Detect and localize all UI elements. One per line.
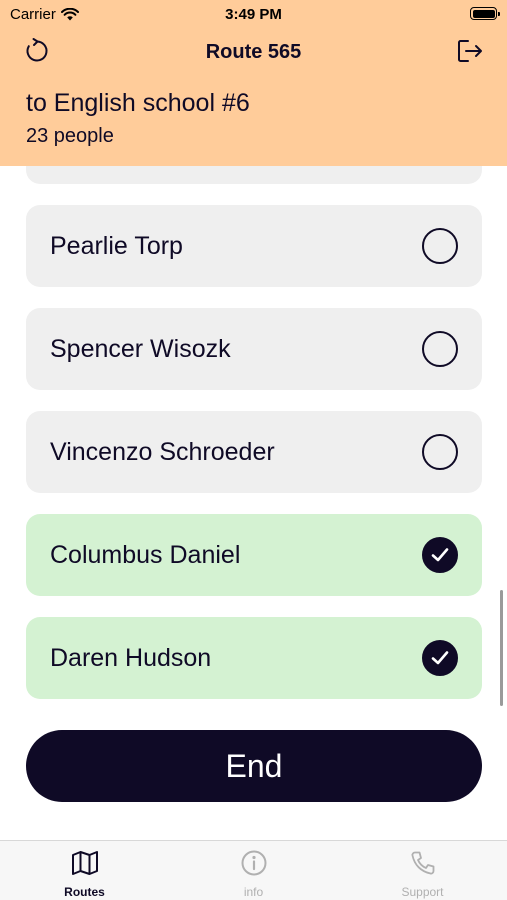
passenger-card[interactable]: Vincenzo Schroeder: [26, 411, 482, 493]
logout-icon[interactable]: [455, 36, 485, 66]
passenger-name: Spencer Wisozk: [50, 335, 231, 363]
checkbox-checked[interactable]: [422, 640, 458, 676]
passenger-card-checked[interactable]: Daren Hudson: [26, 617, 482, 699]
passenger-name: Vincenzo Schroeder: [50, 438, 275, 466]
header: Carrier 3:49 PM Route 565 to English sch…: [0, 0, 507, 166]
tab-support[interactable]: Support: [338, 841, 507, 900]
checkbox-unchecked[interactable]: [422, 228, 458, 264]
checkbox-unchecked[interactable]: [422, 434, 458, 470]
checkbox-unchecked[interactable]: [422, 331, 458, 367]
checkbox-checked[interactable]: [422, 537, 458, 573]
map-icon: [72, 851, 98, 875]
tab-label: info: [243, 885, 264, 899]
tab-info[interactable]: info: [169, 841, 338, 900]
passenger-card-checked[interactable]: Columbus Daniel: [26, 514, 482, 596]
passenger-card-partial[interactable]: [26, 166, 482, 184]
info-icon: [241, 850, 267, 876]
passenger-name: Daren Hudson: [50, 644, 212, 672]
nav-bar: Route 565: [0, 30, 507, 76]
checkmark-icon: [431, 548, 449, 562]
passenger-name: Pearlie Torp: [50, 232, 183, 260]
tab-label: Routes: [64, 885, 105, 899]
status-bar: Carrier 3:49 PM: [0, 0, 507, 28]
passenger-list[interactable]: Pearlie Torp Spencer Wisozk Vincenzo Sch…: [0, 166, 507, 840]
end-button[interactable]: End: [26, 730, 482, 802]
people-count: 23 people: [26, 125, 114, 147]
passenger-card[interactable]: Spencer Wisozk: [26, 308, 482, 390]
scrollbar[interactable]: [500, 590, 503, 706]
tab-bar: Routes info Support: [0, 840, 507, 900]
tab-routes[interactable]: Routes: [0, 841, 169, 900]
checkmark-icon: [431, 651, 449, 665]
route-destination: to English school #6: [26, 89, 250, 117]
phone-icon: [411, 851, 435, 875]
status-time: 3:49 PM: [225, 6, 282, 23]
passenger-card[interactable]: Pearlie Torp: [26, 205, 482, 287]
page-title: Route 565: [205, 41, 302, 63]
tab-label: Support: [401, 885, 444, 899]
battery-icon: [470, 7, 500, 20]
passenger-name: Columbus Daniel: [50, 541, 241, 569]
